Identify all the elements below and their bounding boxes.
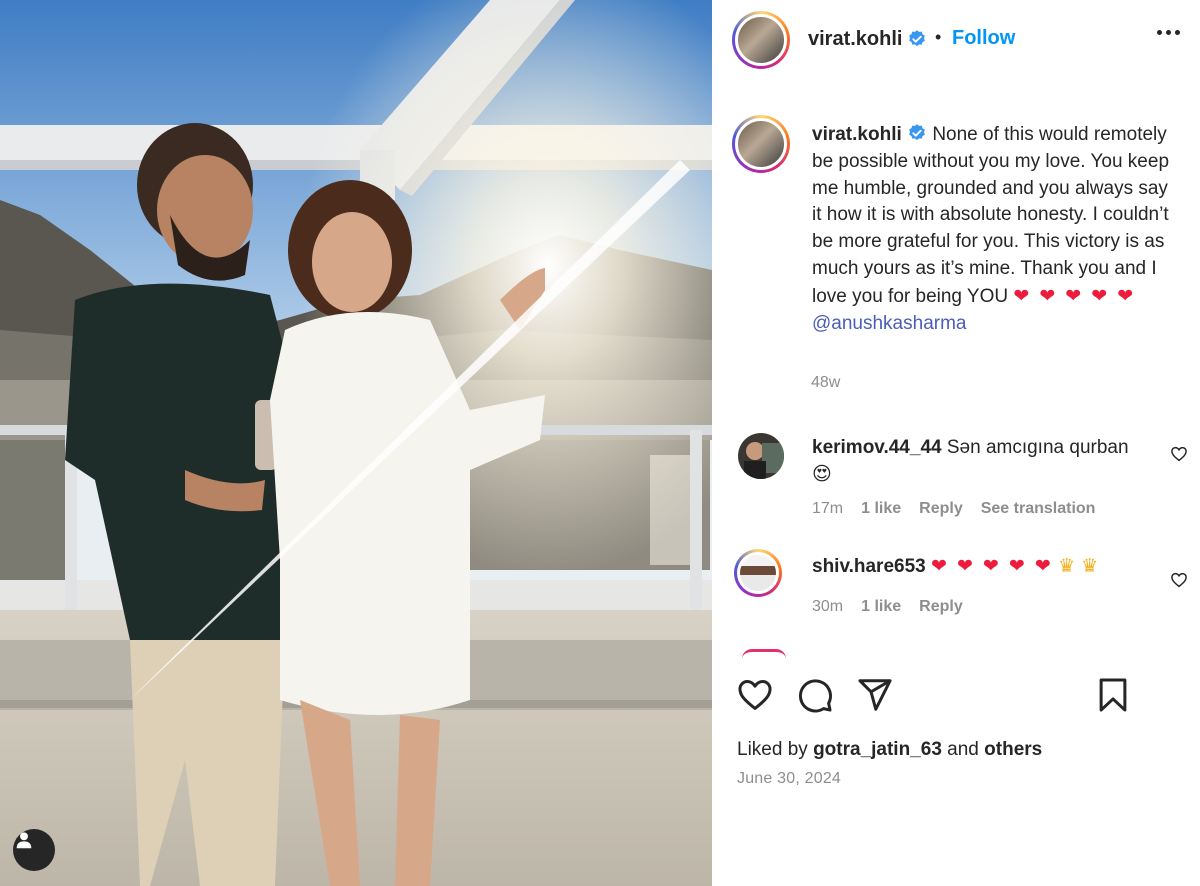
post-photo-illustration <box>0 0 712 886</box>
comment-avatar[interactable] <box>734 549 782 597</box>
liked-by-others[interactable]: others <box>984 739 1042 760</box>
heart-icon[interactable] <box>736 676 774 714</box>
comment-heart-emojis: ❤ ❤ ❤ ❤ ❤ <box>931 555 1053 577</box>
see-translation-button[interactable]: See translation <box>981 500 1096 518</box>
author-username[interactable]: virat.kohli <box>808 28 902 51</box>
comment-time[interactable]: 30m <box>812 598 843 616</box>
liked-by-and: and <box>947 739 979 760</box>
comment-body: shiv.hare653 ❤ ❤ ❤ ❤ ❤ ♛ ♛ <box>812 553 1142 580</box>
caption-timestamp[interactable]: 48w <box>811 374 840 392</box>
mention-link[interactable]: @anushkasharma <box>812 311 1182 338</box>
caption-author-username[interactable]: virat.kohli <box>812 124 902 145</box>
comment-emoji: 😍 <box>812 463 832 485</box>
liked-by-prefix: Liked by <box>737 739 808 760</box>
post-side-panel: virat.kohli • Follow virat.kohli None of… <box>712 0 1200 886</box>
comment-text: Sən amcıgına qurban <box>946 437 1129 458</box>
post-actions-bar <box>712 672 1200 722</box>
comment-icon[interactable] <box>796 676 834 714</box>
more-options-icon[interactable] <box>1157 30 1180 35</box>
comment-reply-button[interactable]: Reply <box>919 500 963 518</box>
user-tag-button[interactable] <box>13 829 55 871</box>
next-comment-avatar-peek <box>742 649 786 659</box>
caption-heart-emojis: ❤ ❤ ❤ ❤ ❤ <box>1013 284 1136 307</box>
follow-button[interactable]: Follow <box>952 27 1015 50</box>
caption-body: virat.kohli None of this would remotely … <box>812 122 1182 337</box>
comment-crown-emojis: ♛ ♛ <box>1058 555 1099 577</box>
comment-like-heart-icon[interactable] <box>1170 445 1188 463</box>
comment-like-heart-icon[interactable] <box>1170 571 1188 589</box>
comment-username[interactable]: shiv.hare653 <box>812 556 926 577</box>
comment-likes[interactable]: 1 like <box>861 500 901 518</box>
comment-meta: 17m 1 like Reply See translation <box>812 500 1095 518</box>
comment-avatar[interactable] <box>738 433 784 479</box>
separator-dot: • <box>935 27 942 47</box>
verified-badge-icon <box>909 30 925 47</box>
user-tag-icon <box>16 832 32 849</box>
comment-reply-button[interactable]: Reply <box>919 598 963 616</box>
comment-username[interactable]: kerimov.44_44 <box>812 437 942 458</box>
comment-likes[interactable]: 1 like <box>861 598 901 616</box>
liked-by-user[interactable]: gotra_jatin_63 <box>813 739 942 760</box>
verified-badge-icon <box>909 124 925 141</box>
author-avatar[interactable] <box>732 11 790 69</box>
bookmark-icon[interactable] <box>1094 676 1132 714</box>
post-header: virat.kohli • Follow <box>712 0 1200 80</box>
caption-author-avatar[interactable] <box>732 115 790 173</box>
post-date[interactable]: June 30, 2024 <box>737 770 841 788</box>
post-image[interactable] <box>0 0 712 886</box>
caption-text: None of this would remotely be possible … <box>812 124 1170 307</box>
comment-body: kerimov.44_44 Sən amcıgına qurban 😍 <box>812 435 1142 488</box>
comment-time[interactable]: 17m <box>812 500 843 518</box>
share-icon[interactable] <box>856 676 894 714</box>
comment-meta: 30m 1 like Reply <box>812 598 963 616</box>
liked-by-text: Liked by gotra_jatin_63 and others <box>737 739 1042 761</box>
